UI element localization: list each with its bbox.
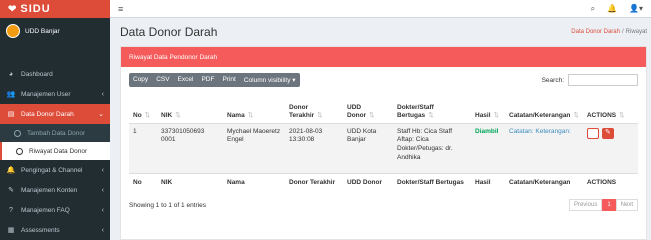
sidebar: ❤ SIDU UDD Banjar ◕ Dashboard 👥 Manajemen U… <box>0 0 110 240</box>
chevron-left-icon: ‹ <box>101 90 104 98</box>
breadcrumb-parent[interactable]: Data Donor Darah <box>571 29 620 35</box>
table-toolbar: Copy CSV Excel PDF Print Column visibili… <box>121 67 646 93</box>
chevron-left-icon: ‹ <box>101 226 104 234</box>
footer-donor-terakhir: Donor Terakhir <box>285 172 343 193</box>
cell-catatan: Catatan: Keterangan: <box>505 123 583 173</box>
pagination: Previous 1 Next <box>568 199 638 211</box>
table-footer: Showing 1 to 1 of 1 entries Previous 1 N… <box>121 193 646 217</box>
footer-dokter: Dokter/Staff Bertugas <box>393 172 471 193</box>
sidebar-item-manajemen-konten[interactable]: ✎ Manajemen Konten ‹ <box>0 180 110 200</box>
entries-info: Showing 1 to 1 of 1 entries <box>129 201 206 209</box>
column-header-nik[interactable]: NIK ⇅ <box>157 93 223 124</box>
search-label: Search: <box>541 76 564 84</box>
pdf-button[interactable]: PDF <box>197 73 218 87</box>
print-button[interactable]: Print <box>218 73 239 87</box>
sidebar-item-assessments[interactable]: ▦ Assessments ‹ <box>0 220 110 240</box>
notification-bell-icon[interactable]: 🔔 <box>607 4 617 13</box>
search-icon[interactable]: ⌕ <box>591 4 595 14</box>
sidebar-item-dashboard[interactable]: ◕ Dashboard <box>0 64 110 84</box>
footer-udd-donor: UDD Donor <box>343 172 393 193</box>
edit-icon: ✎ <box>604 129 611 137</box>
column-header-udd-donor[interactable]: UDD Donor ⇅ <box>343 93 393 124</box>
chevron-left-icon: ‹ <box>101 206 104 214</box>
clipboard-icon: ▦ <box>7 227 15 234</box>
edit-icon: ✎ <box>8 187 14 194</box>
column-visibility-button[interactable]: Column visibility ▾ <box>240 73 300 87</box>
main-content: Data Donor Darah Data Donor Darah / Riwaya… <box>110 18 651 240</box>
column-header-hasil[interactable]: Hasil ⇅ <box>471 93 505 124</box>
cell-actions: ◉ ✎ <box>582 123 638 173</box>
chevron-left-icon: ‹ <box>101 186 104 194</box>
next-button[interactable]: Next <box>615 199 638 211</box>
footer-nama: Nama <box>223 172 285 193</box>
sidebar-item-riwayat-data-donor[interactable]: Riwayat Data Donor <box>0 142 110 160</box>
search-input[interactable] <box>568 74 638 86</box>
view-button[interactable]: ◉ <box>586 127 599 139</box>
sidebar-item-data-donor-darah[interactable]: ▤ Data Donor Darah ⌄ <box>0 104 110 124</box>
column-header-nama[interactable]: Nama ⇅ <box>223 93 285 124</box>
excel-button[interactable]: Excel <box>174 73 198 87</box>
top-navbar: ≡ ⌕ 🔔 👤▾ <box>110 0 651 18</box>
users-icon: 👥 <box>6 91 16 98</box>
heart-icon: ❤ <box>8 3 18 15</box>
user-name: UDD Banjar <box>25 27 60 35</box>
page-1-button[interactable]: 1 <box>602 199 616 211</box>
donor-table: No ⇅ NIK ⇅ Nama ⇅ Donor Terakhir ⇅ UDD Donor… <box>129 93 638 193</box>
export-buttons: Copy CSV Excel PDF Print Column visibili… <box>129 73 300 87</box>
app-logo[interactable]: ❤ SIDU <box>0 0 110 18</box>
user-menu-icon[interactable]: 👤▾ <box>629 4 643 13</box>
list-icon: ▤ <box>7 111 15 118</box>
user-panel: UDD Banjar <box>0 18 110 44</box>
avatar <box>6 24 20 38</box>
search-box: Search: <box>542 74 638 86</box>
footer-hasil: Hasil <box>471 172 505 193</box>
cell-no: 1 <box>129 123 157 173</box>
chevron-left-icon: ‹ <box>101 166 104 174</box>
eye-icon: ◉ <box>589 129 596 137</box>
breadcrumb: Data Donor Darah / Riwayat <box>571 29 647 35</box>
column-header-dokter-staff[interactable]: Dokter/Staff Bertugas ⇅ <box>393 93 471 124</box>
cell-nik: 337301050693 0001 <box>157 123 223 173</box>
footer-catatan: Catatan/Keterangan <box>505 172 583 193</box>
column-header-catatan[interactable]: Catatan/Keterangan ⇅ <box>505 93 583 124</box>
page-title: Data Donor Darah <box>120 25 218 39</box>
cell-donor-terakhir: 2021-08-03 13:30:08 <box>285 123 343 173</box>
cell-dokter: Staff Hb: Cica Staff Aftap: Cica Dokter/… <box>393 123 471 173</box>
edit-button[interactable]: ✎ <box>601 127 614 139</box>
cell-hasil: Diambil <box>471 123 505 173</box>
csv-button[interactable]: CSV <box>152 73 173 87</box>
menu-toggle-icon[interactable]: ≡ <box>118 4 123 14</box>
table-row: 1 337301050693 0001 Mychael Maoeretz Eng… <box>129 123 638 173</box>
bell-icon: 🔔 <box>6 167 16 174</box>
footer-no: No <box>129 172 157 193</box>
question-icon: ? <box>9 206 13 214</box>
chevron-down-icon: ⌄ <box>98 111 104 118</box>
dashboard-icon: ◕ <box>8 70 14 78</box>
column-header-donor-terakhir[interactable]: Donor Terakhir ⇅ <box>285 93 343 124</box>
breadcrumb-current: Riwayat <box>625 29 647 35</box>
column-header-no[interactable]: No ⇅ <box>129 93 157 124</box>
sidebar-item-manajemen-user[interactable]: 👥 Manajemen User ‹ <box>0 84 110 104</box>
cell-nama: Mychael Maoeretz Engel <box>223 123 285 173</box>
footer-nik: NIK <box>157 172 223 193</box>
circle-icon <box>14 129 21 137</box>
column-header-actions[interactable]: ACTIONS ⇅ <box>582 93 638 124</box>
circle-icon <box>16 147 23 155</box>
footer-actions: ACTIONS <box>582 172 638 193</box>
box-title: Riwayat Data Pendonor Darah <box>121 47 646 67</box>
cell-udd-donor: UDD Kota Banjar <box>343 123 393 173</box>
donor-history-box: Riwayat Data Pendonor Darah Copy CSV Exc… <box>120 46 647 240</box>
copy-button[interactable]: Copy <box>129 73 152 87</box>
sidebar-item-pengingat-channel[interactable]: 🔔 Pengingat & Channel ‹ <box>0 160 110 180</box>
previous-button[interactable]: Previous <box>568 199 603 211</box>
sidebar-item-manajemen-faq[interactable]: ? Manajemen FAQ ‹ <box>0 200 110 220</box>
sidebar-item-tambah-data-donor[interactable]: Tambah Data Donor <box>0 124 110 142</box>
